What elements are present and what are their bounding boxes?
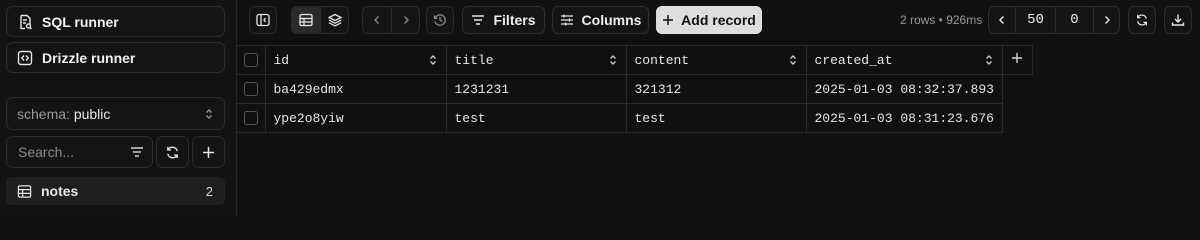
sliders-icon bbox=[560, 14, 573, 26]
sql-runner-button[interactable]: SQL runner bbox=[6, 6, 225, 37]
add-column-button[interactable] bbox=[1001, 45, 1033, 75]
table-row-count: 2 bbox=[205, 183, 213, 199]
sql-runner-label: SQL runner bbox=[42, 13, 119, 30]
grid-table-icon bbox=[299, 13, 313, 27]
next-page-button[interactable] bbox=[1093, 7, 1119, 33]
column-name: id bbox=[273, 52, 290, 68]
plus-icon bbox=[663, 15, 674, 25]
refresh-data-button[interactable] bbox=[1128, 6, 1156, 34]
chevron-up-down-icon[interactable] bbox=[608, 54, 618, 66]
filters-label: Filters bbox=[493, 12, 536, 28]
page-limit-input[interactable]: 50 bbox=[1015, 7, 1055, 33]
sidebar: SQL runner Drizzle runner schema: public bbox=[0, 0, 237, 216]
sql-document-icon bbox=[20, 14, 32, 29]
select-all-cell[interactable] bbox=[237, 45, 266, 75]
column-header-id[interactable]: id bbox=[264, 45, 447, 75]
prev-page-button[interactable] bbox=[989, 7, 1015, 33]
columns-label: Columns bbox=[581, 12, 642, 28]
chevron-up-down-icon bbox=[206, 108, 212, 119]
refresh-icon bbox=[1137, 14, 1147, 26]
column-header-content[interactable]: content bbox=[625, 45, 807, 75]
layers-icon bbox=[327, 13, 342, 27]
column-name: created_at bbox=[814, 52, 893, 68]
drizzle-runner-label: Drizzle runner bbox=[42, 49, 136, 66]
chevron-left-icon bbox=[374, 16, 379, 24]
chevron-up-down-icon[interactable] bbox=[788, 54, 798, 66]
forward-button[interactable] bbox=[391, 7, 419, 33]
refresh-icon bbox=[167, 146, 178, 158]
filter-lines-icon bbox=[472, 15, 485, 25]
cell-id[interactable]: ba429edmx bbox=[264, 74, 447, 104]
table-view-button[interactable] bbox=[292, 7, 320, 33]
table-name: notes bbox=[41, 183, 79, 199]
data-grid: id title content created_at ba429edmx 12… bbox=[237, 45, 1033, 133]
chevron-right-icon bbox=[403, 16, 409, 24]
plus-icon bbox=[1012, 53, 1023, 63]
cell-created-at[interactable]: 2025-01-03 08:31:23.676 bbox=[805, 103, 1003, 133]
schema-label: schema: bbox=[17, 105, 70, 122]
history-clock-icon bbox=[433, 14, 446, 26]
app-window: SQL runner Drizzle runner schema: public bbox=[0, 0, 1200, 216]
column-name: title bbox=[454, 52, 494, 68]
schema-select[interactable]: schema: public bbox=[6, 97, 225, 130]
chevron-left-icon bbox=[999, 16, 1004, 24]
view-switcher bbox=[291, 6, 349, 34]
add-table-button[interactable] bbox=[192, 136, 225, 168]
row-select-cell[interactable] bbox=[237, 74, 266, 104]
chevron-up-down-icon[interactable] bbox=[428, 54, 438, 66]
cell-content[interactable]: 321312 bbox=[625, 74, 807, 104]
add-record-label: Add record bbox=[681, 12, 756, 28]
schema-view-button[interactable] bbox=[320, 7, 348, 33]
cell-title[interactable]: 1231231 bbox=[445, 74, 627, 104]
search-field[interactable] bbox=[6, 136, 153, 168]
table-icon bbox=[17, 184, 32, 198]
row-select-cell[interactable] bbox=[237, 103, 266, 133]
sidebar-collapse-icon bbox=[256, 13, 270, 27]
select-all-checkbox[interactable] bbox=[243, 53, 258, 68]
toolbar: Filters Columns Add record 2 rows • 926m… bbox=[237, 0, 1200, 40]
cell-content[interactable]: test bbox=[625, 103, 807, 133]
cell-created-at[interactable]: 2025-01-03 08:32:37.893 bbox=[805, 74, 1003, 104]
row-checkbox[interactable] bbox=[243, 82, 258, 97]
header-row: id title content created_at bbox=[237, 45, 1033, 75]
row-count-timing: 2 rows • 926ms bbox=[900, 13, 983, 27]
pagination: 50 0 bbox=[988, 6, 1120, 34]
cell-id[interactable]: ype2o8yiw bbox=[264, 103, 447, 133]
export-button[interactable] bbox=[1164, 6, 1192, 34]
sidebar-table-notes[interactable]: notes 2 bbox=[6, 177, 225, 205]
refresh-tables-button[interactable] bbox=[156, 136, 189, 168]
filters-button[interactable]: Filters bbox=[462, 6, 545, 34]
download-icon bbox=[1171, 14, 1185, 26]
page-offset-input[interactable]: 0 bbox=[1055, 7, 1093, 33]
toggle-sidebar-button[interactable] bbox=[249, 6, 277, 34]
code-square-icon bbox=[17, 50, 33, 65]
chevron-up-down-icon[interactable] bbox=[984, 54, 994, 66]
back-button[interactable] bbox=[363, 7, 391, 33]
column-header-created-at[interactable]: created_at bbox=[805, 45, 1003, 75]
drizzle-runner-button[interactable]: Drizzle runner bbox=[6, 42, 225, 73]
schema-value: public bbox=[73, 105, 111, 122]
plus-icon bbox=[203, 146, 214, 158]
column-header-title[interactable]: title bbox=[445, 45, 627, 75]
row-checkbox[interactable] bbox=[243, 111, 258, 126]
columns-button[interactable]: Columns bbox=[552, 6, 649, 34]
table-row[interactable]: ype2o8yiw test test 2025-01-03 08:31:23.… bbox=[237, 103, 1032, 133]
records-table: id title content created_at ba429edmx 12… bbox=[237, 45, 1033, 133]
cell-title[interactable]: test bbox=[445, 103, 627, 133]
chevron-right-icon bbox=[1104, 16, 1110, 24]
history-button[interactable] bbox=[426, 6, 454, 34]
filter-lines-icon[interactable] bbox=[130, 146, 144, 158]
search-input[interactable] bbox=[18, 144, 118, 160]
history-nav bbox=[362, 6, 420, 34]
add-record-button[interactable]: Add record bbox=[656, 6, 762, 34]
column-name: content bbox=[634, 52, 690, 68]
table-row[interactable]: ba429edmx 1231231 321312 2025-01-03 08:3… bbox=[237, 74, 1032, 104]
